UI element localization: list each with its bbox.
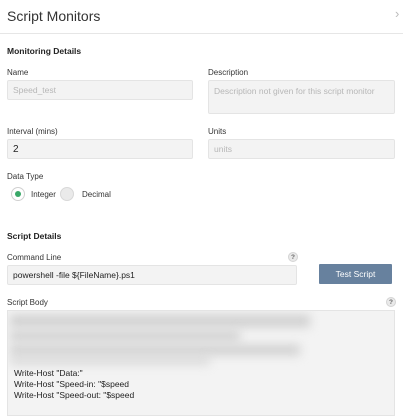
command-line-help-icon[interactable]: ?	[288, 252, 298, 262]
redacted-code-line	[10, 331, 240, 341]
decimal-radio-label: Decimal	[82, 190, 111, 199]
units-label: Units	[208, 127, 227, 136]
code-line: Write-Host "Data:"	[14, 368, 83, 378]
name-field[interactable]: Speed_test	[7, 80, 193, 100]
script-body-help-icon[interactable]: ?	[386, 297, 396, 307]
units-field[interactable]: units	[208, 139, 395, 159]
description-label: Description	[208, 68, 249, 77]
chevron-right-icon[interactable]: ›	[395, 6, 399, 21]
redacted-code-line	[10, 315, 310, 327]
test-script-button[interactable]: Test Script	[319, 264, 392, 284]
page-title: Script Monitors	[7, 8, 101, 24]
command-line-label: Command Line	[7, 253, 62, 262]
panel-header: Script Monitors ›	[0, 0, 403, 34]
description-field[interactable]: Description not given for this script mo…	[208, 80, 395, 114]
name-label: Name	[7, 68, 29, 77]
script-body-editor[interactable]: Write-Host "Data:" Write-Host "Speed-in:…	[7, 310, 395, 416]
code-line: Write-Host "Speed-out: "$speed	[14, 390, 135, 400]
redacted-code-line	[10, 357, 210, 365]
monitoring-details-heading: Monitoring Details	[7, 46, 82, 56]
integer-radio[interactable]	[11, 187, 25, 201]
interval-label: Interval (mins)	[7, 127, 58, 136]
data-type-label: Data Type	[7, 172, 44, 181]
code-line: Write-Host "Speed-in: "$speed	[14, 379, 130, 389]
interval-field[interactable]: 2	[7, 139, 193, 159]
integer-radio-label: Integer	[31, 190, 56, 199]
redacted-code-line	[10, 345, 300, 355]
command-line-field[interactable]: powershell -file ${FileName}.ps1	[7, 265, 297, 285]
script-details-heading: Script Details	[7, 231, 62, 241]
script-body-label: Script Body	[7, 298, 48, 307]
decimal-radio[interactable]	[60, 187, 74, 201]
